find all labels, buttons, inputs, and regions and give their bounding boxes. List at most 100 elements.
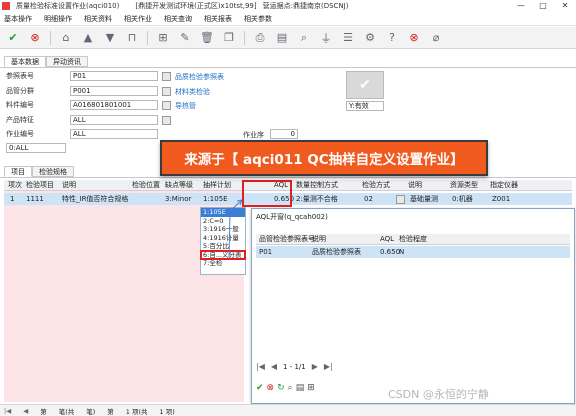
cancel-popup-icon[interactable]: ⊗: [267, 383, 275, 393]
col-plan: 抽样计划: [203, 181, 231, 189]
menu-query[interactable]: 相关查询: [164, 14, 192, 24]
group-picker-icon[interactable]: [162, 87, 171, 96]
first-record-icon[interactable]: |◀: [4, 407, 11, 415]
menu-reports[interactable]: 相关报表: [204, 14, 232, 24]
status-item: 第: [107, 407, 114, 416]
last-page-icon[interactable]: ▶|: [324, 362, 333, 371]
menu-params[interactable]: 相关参数: [244, 14, 272, 24]
title-bar: 质量检验标准设置作业(aqci010) [鼎捷开发测试环境(正式区)x10tst…: [0, 0, 576, 12]
window-subtitle: [鼎捷开发测试环境(正式区)x10tst,99]: [135, 2, 257, 10]
check-icon[interactable]: ✔: [3, 29, 23, 47]
aql-popup: AQL开窗(q_qcah002) 品管检验参照表号 说明 AQL 检验程度 P0…: [251, 208, 575, 404]
item-picker-icon[interactable]: [162, 101, 171, 110]
cell-defect: 3:Minor: [165, 195, 192, 203]
col-check-item: 检验项目: [26, 181, 54, 189]
field-label-op: 作业编号: [6, 130, 34, 138]
status-select[interactable]: Y:有效: [346, 101, 384, 111]
popup-col-desc: 说明: [312, 235, 326, 243]
print-icon[interactable]: ⎙: [250, 29, 270, 47]
search-icon[interactable]: ⌕: [294, 29, 314, 47]
group-link[interactable]: 材料类检验: [175, 87, 210, 97]
status-check-icon: ✔: [346, 71, 384, 99]
ref-link[interactable]: 品质检验参照表: [175, 72, 224, 82]
cancel-icon[interactable]: ⊗: [25, 29, 45, 47]
popup-cell-desc: 品质检验参照表: [312, 248, 361, 256]
minimize-button[interactable]: —: [510, 0, 532, 12]
next-page-icon[interactable]: ▶: [312, 362, 318, 371]
down-icon[interactable]: ▼: [100, 29, 120, 47]
filter-icon[interactable]: ⏚: [316, 29, 336, 47]
export-icon[interactable]: ▤: [272, 29, 292, 47]
tab-change-info[interactable]: 异动资讯: [46, 56, 88, 67]
grid-divider: [0, 177, 576, 178]
status-item-count: 1 项(共: [125, 407, 148, 416]
status-item-total: 1 项): [159, 407, 175, 416]
menu-basic[interactable]: 基本操作: [4, 14, 32, 24]
first-page-icon[interactable]: |◀: [256, 362, 265, 371]
export-popup-icon[interactable]: ▤: [296, 383, 305, 393]
col-desc: 说明: [62, 181, 76, 189]
scope-select[interactable]: 0:ALL: [6, 143, 66, 153]
prev-page-icon[interactable]: ◀: [271, 362, 277, 371]
ref-table-input[interactable]: P01: [70, 71, 158, 81]
list-icon[interactable]: ☰: [338, 29, 358, 47]
prev-record-icon[interactable]: ◀: [23, 407, 28, 415]
edit-icon[interactable]: ✎: [175, 29, 195, 47]
menu-detail[interactable]: 明细操作: [44, 14, 72, 24]
popup-col-ref: 品管检验参照表号: [259, 235, 315, 243]
extra-label: 作业序: [243, 131, 264, 139]
popup-cell-level: N: [399, 248, 405, 256]
toolbar-separator: [244, 30, 245, 45]
up-icon[interactable]: ▲: [78, 29, 98, 47]
method-picker-icon[interactable]: [396, 195, 405, 204]
attach-icon[interactable]: ⌀: [426, 29, 446, 47]
cell-desc2: 基础量测: [410, 195, 438, 203]
ref-picker-icon[interactable]: [162, 72, 171, 81]
query-icon[interactable]: ⌕: [288, 383, 293, 393]
app-icon: [2, 2, 10, 10]
help-icon[interactable]: ?: [382, 29, 402, 47]
confirm-icon[interactable]: ✔: [256, 383, 264, 393]
popup-row[interactable]: P01 品质检验参照表 0.650 N: [256, 246, 570, 258]
cell-desc: 特性_IR值否符合规格: [62, 195, 129, 203]
home-icon[interactable]: ⌂: [56, 29, 76, 47]
status-total-end: 笔): [86, 407, 96, 416]
maximize-button[interactable]: □: [532, 0, 554, 12]
delete-icon[interactable]: 🗑: [197, 29, 217, 47]
extra-input[interactable]: 0: [270, 129, 298, 139]
tab-basic-data[interactable]: 基本数据: [4, 56, 46, 67]
close-icon[interactable]: ⊗: [404, 29, 424, 47]
op-input[interactable]: ALL: [70, 129, 158, 139]
item-input[interactable]: A016801801001: [70, 100, 158, 110]
popup-cell-ref: P01: [259, 248, 273, 256]
watermark: CSDN @永恒的宁静: [388, 388, 489, 401]
copy-icon[interactable]: ❐: [219, 29, 239, 47]
col-desc2: 说明: [408, 181, 422, 189]
cell-resource: 0:机器: [452, 195, 473, 203]
group-input[interactable]: P001: [70, 86, 158, 96]
close-window-button[interactable]: ✕: [554, 0, 576, 12]
settings-icon[interactable]: ⚙: [360, 29, 380, 47]
cell-method: 02: [364, 195, 373, 203]
field-label-feature: 产品特征: [6, 116, 34, 124]
cell-seq: 1: [10, 195, 15, 203]
popup-col-level: 检验程度: [399, 235, 427, 243]
menu-jobs[interactable]: 相关作业: [124, 14, 152, 24]
feature-input[interactable]: ALL: [70, 115, 158, 125]
refresh-icon[interactable]: ↻: [277, 383, 285, 393]
window-title: 质量检验标准设置作业(aqci010): [16, 2, 120, 10]
lock-icon[interactable]: ⊓: [122, 29, 142, 47]
popup-header: 品管检验参照表号 说明 AQL 检验程度: [256, 234, 570, 245]
popup-cell-aql: 0.650: [380, 248, 401, 256]
cell-check-item: 1111: [26, 195, 44, 203]
grid-icon[interactable]: ⊞: [307, 383, 315, 393]
item-link[interactable]: 导热管: [175, 101, 196, 111]
status-total: 笔(共: [58, 407, 75, 416]
new-icon[interactable]: ⊞: [153, 29, 173, 47]
menu-bar: 基本操作 明细操作 相关资料 相关作业 相关查询 相关报表 相关参数: [0, 12, 576, 26]
menu-data[interactable]: 相关资料: [84, 14, 112, 24]
tab-spec[interactable]: 检验规格: [32, 166, 74, 177]
feature-picker-icon[interactable]: [162, 116, 171, 125]
tab-items[interactable]: 项目: [4, 166, 32, 177]
cell-qty-ctrl: 2:量测不合格: [296, 195, 338, 203]
